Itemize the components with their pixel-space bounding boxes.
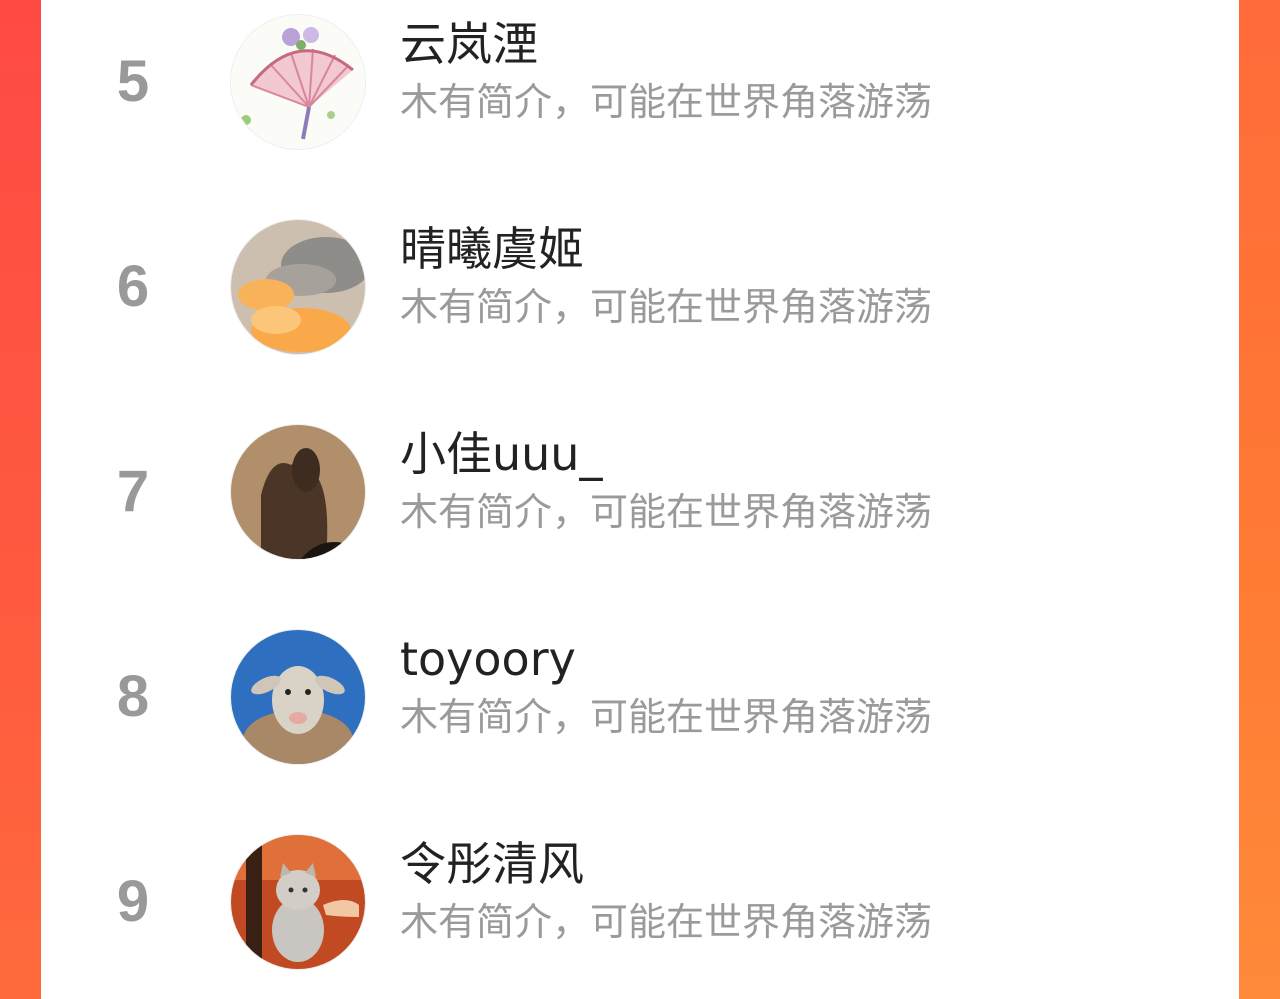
ranking-row[interactable]: 5 云岚湮 木有简介，可能在世界角落游荡 bbox=[41, 0, 1239, 205]
ranking-row[interactable]: 7 小佳uuu_ 木有简介，可能在世界角落游荡 bbox=[41, 410, 1239, 615]
rank-number: 5 bbox=[116, 49, 150, 114]
right-gradient-border bbox=[1239, 0, 1280, 999]
ranking-row[interactable]: 6 晴曦虞姬 木有简介，可能在世界角落游荡 bbox=[41, 205, 1239, 410]
ranking-row[interactable]: 8 toyoory 木有简介，可能在世界角落游荡 bbox=[41, 615, 1239, 820]
rank-number: 8 bbox=[116, 664, 150, 729]
user-bio: 木有简介，可能在世界角落游荡 bbox=[400, 900, 933, 944]
user-bio: 木有简介，可能在世界角落游荡 bbox=[400, 695, 933, 739]
rank-number: 7 bbox=[116, 459, 150, 524]
user-name[interactable]: 云岚湮 bbox=[400, 14, 538, 74]
user-name[interactable]: toyoory bbox=[400, 629, 576, 689]
sheep-blue-sky-avatar[interactable] bbox=[230, 629, 366, 765]
ranking-list: 5 云岚湮 木有简介，可能在世界角落游荡 6 晴曦虞姬 木有简介，可能在世界角落… bbox=[41, 0, 1239, 999]
user-name[interactable]: 小佳uuu_ bbox=[400, 424, 602, 484]
user-bio: 木有简介，可能在世界角落游荡 bbox=[400, 80, 933, 124]
rank-number: 6 bbox=[116, 254, 150, 319]
user-bio: 木有简介，可能在世界角落游荡 bbox=[400, 285, 933, 329]
left-gradient-border bbox=[0, 0, 41, 999]
user-bio: 木有简介，可能在世界角落游荡 bbox=[400, 490, 933, 534]
cat-held-avatar[interactable] bbox=[230, 834, 366, 970]
folding-fan-flowers-avatar[interactable] bbox=[230, 14, 366, 150]
shadow-on-curtain-avatar[interactable] bbox=[230, 424, 366, 560]
user-name[interactable]: 令彤清风 bbox=[400, 834, 584, 894]
sunset-clouds-avatar[interactable] bbox=[230, 219, 366, 355]
rank-number: 9 bbox=[116, 869, 150, 934]
user-name[interactable]: 晴曦虞姬 bbox=[400, 219, 584, 279]
ranking-row[interactable]: 9 令彤清风 木有简介，可能在世界角落游荡 bbox=[41, 820, 1239, 999]
